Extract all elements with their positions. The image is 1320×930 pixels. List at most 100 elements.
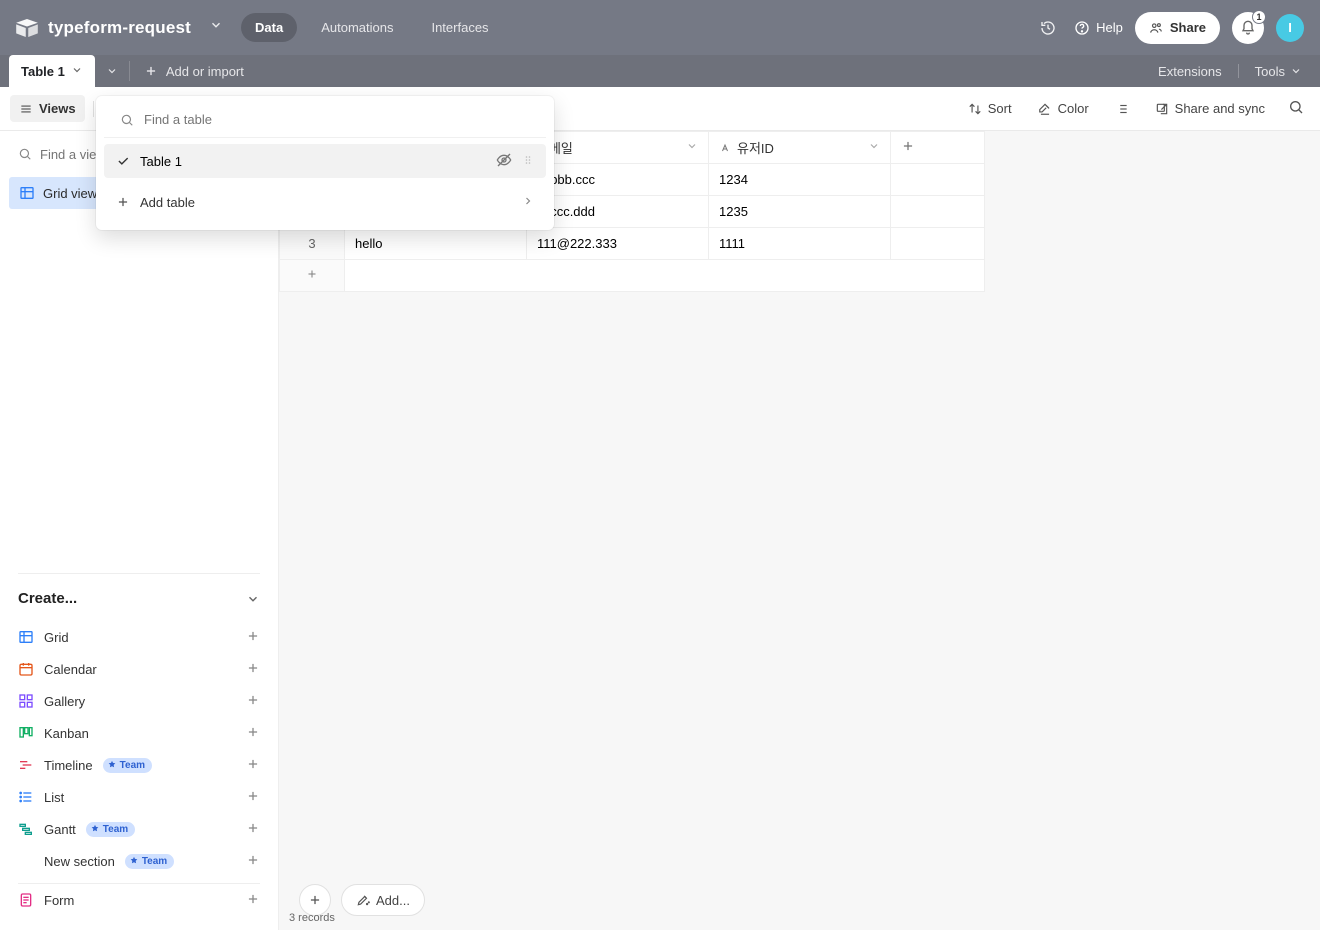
tab-table-label: Table 1: [21, 64, 65, 79]
color-button[interactable]: Color: [1029, 95, 1098, 122]
team-badge: Team: [86, 822, 135, 837]
add-view-plus-icon[interactable]: [246, 661, 260, 678]
view-type-icon: [18, 629, 34, 645]
add-field-button[interactable]: [891, 132, 985, 164]
header-nav: Data Automations Interfaces: [241, 13, 503, 42]
column-header-userid[interactable]: 유저ID: [709, 132, 891, 164]
add-row-plus[interactable]: [280, 260, 345, 292]
check-icon: [116, 154, 130, 168]
history-icon[interactable]: [1034, 14, 1062, 42]
view-type-icon: [18, 725, 34, 741]
create-view-label: Kanban: [44, 726, 89, 741]
cell-userid[interactable]: 1234: [709, 164, 891, 196]
notifications-button[interactable]: 1: [1232, 12, 1264, 44]
create-view-gallery[interactable]: Gallery: [6, 685, 272, 717]
create-view-label: Form: [44, 893, 74, 908]
cell-userid[interactable]: 1111: [709, 228, 891, 260]
row-height-button[interactable]: [1106, 96, 1138, 122]
create-view-label: New section: [44, 854, 115, 869]
divider: [1238, 64, 1239, 78]
view-item-label: Grid view: [43, 186, 97, 201]
extensions-button[interactable]: Extensions: [1158, 64, 1222, 79]
add-view-plus-icon[interactable]: [246, 693, 260, 710]
nav-interfaces[interactable]: Interfaces: [417, 13, 502, 42]
nav-data[interactable]: Data: [241, 13, 297, 42]
create-view-label: Gallery: [44, 694, 85, 709]
add-table-button[interactable]: Add table: [104, 184, 546, 220]
create-view-grid[interactable]: Grid: [6, 621, 272, 653]
add-view-plus-icon[interactable]: [246, 757, 260, 774]
create-label: Create...: [18, 590, 77, 607]
table-option-table1[interactable]: Table 1: [104, 144, 546, 178]
find-table-input[interactable]: [144, 112, 530, 127]
sort-button[interactable]: Sort: [959, 95, 1021, 122]
view-type-icon: [18, 757, 34, 773]
avatar[interactable]: I: [1276, 14, 1304, 42]
cell-userid[interactable]: 1235: [709, 196, 891, 228]
cell-email[interactable]: 111@222.333: [527, 228, 709, 260]
chevron-down-icon[interactable]: [868, 140, 880, 155]
nav-automations[interactable]: Automations: [307, 13, 407, 42]
cell-empty[interactable]: [891, 164, 985, 196]
cell-empty[interactable]: [891, 228, 985, 260]
add-menu-button[interactable]: Add...: [341, 884, 425, 916]
create-view-label: Calendar: [44, 662, 97, 677]
grid-area: 이메일 유저ID 1: [279, 131, 1320, 930]
base-icon[interactable]: [16, 18, 38, 38]
add-view-plus-icon[interactable]: [246, 789, 260, 806]
views-toggle[interactable]: Views: [10, 95, 85, 122]
drag-handle-icon[interactable]: [522, 154, 534, 169]
search-icon: [18, 147, 32, 161]
add-view-plus-icon[interactable]: [246, 629, 260, 646]
tab-table-chevron-icon[interactable]: [71, 64, 83, 79]
view-type-icon: [18, 661, 34, 677]
cell-name[interactable]: hello: [345, 228, 527, 260]
create-view-gantt[interactable]: Gantt Team: [6, 813, 272, 845]
view-type-icon: [18, 789, 34, 805]
share-sync-button[interactable]: Share and sync: [1146, 95, 1274, 122]
create-view-calendar[interactable]: Calendar: [6, 653, 272, 685]
create-view-label: Grid: [44, 630, 69, 645]
views-label: Views: [39, 101, 76, 116]
tools-button[interactable]: Tools: [1255, 64, 1302, 79]
app-header: typeform-request Data Automations Interf…: [0, 0, 1320, 55]
add-view-plus-icon[interactable]: [246, 821, 260, 838]
table-row[interactable]: 3 hello 111@222.333 1111: [280, 228, 985, 260]
add-view-plus-icon[interactable]: [246, 853, 260, 870]
tools-label: Tools: [1255, 64, 1285, 79]
table-switcher-popover: Table 1 Add table: [96, 96, 554, 230]
search-icon: [120, 113, 134, 127]
add-or-import-label: Add or import: [166, 64, 244, 79]
cell-empty[interactable]: [891, 196, 985, 228]
create-section-header[interactable]: Create...: [18, 573, 260, 615]
view-type-icon: [18, 821, 34, 837]
help-button[interactable]: Help: [1074, 20, 1123, 36]
chevron-down-icon: [246, 592, 260, 606]
row-number[interactable]: 3: [280, 228, 345, 260]
share-label: Share: [1170, 20, 1206, 35]
hide-table-icon[interactable]: [496, 152, 512, 171]
tables-dropdown-button[interactable]: [95, 55, 129, 87]
search-icon[interactable]: [1282, 93, 1310, 124]
view-type-icon: [18, 693, 34, 709]
create-view-label: Timeline: [44, 758, 93, 773]
add-row[interactable]: [280, 260, 985, 292]
add-table-label: Add table: [140, 195, 195, 210]
tab-table-active[interactable]: Table 1: [9, 55, 95, 87]
add-view-plus-icon[interactable]: [246, 892, 260, 909]
base-menu-chevron-icon[interactable]: [209, 18, 223, 37]
create-view-list[interactable]: List: [6, 781, 272, 813]
add-or-import-button[interactable]: Add or import: [130, 55, 258, 87]
create-view-new-section[interactable]: New section Team: [6, 845, 272, 877]
share-button[interactable]: Share: [1135, 12, 1220, 44]
chevron-down-icon[interactable]: [686, 140, 698, 155]
create-view-timeline[interactable]: Timeline Team: [6, 749, 272, 781]
create-view-kanban[interactable]: Kanban: [6, 717, 272, 749]
team-badge: Team: [125, 854, 174, 869]
base-name[interactable]: typeform-request: [48, 18, 191, 38]
add-view-plus-icon[interactable]: [246, 725, 260, 742]
create-view-label: Gantt: [44, 822, 76, 837]
views-sidebar: Grid view Create... Grid Calendar Galler…: [0, 131, 279, 930]
column-userid-label: 유저ID: [737, 138, 774, 157]
create-view-form[interactable]: Form: [6, 884, 272, 916]
